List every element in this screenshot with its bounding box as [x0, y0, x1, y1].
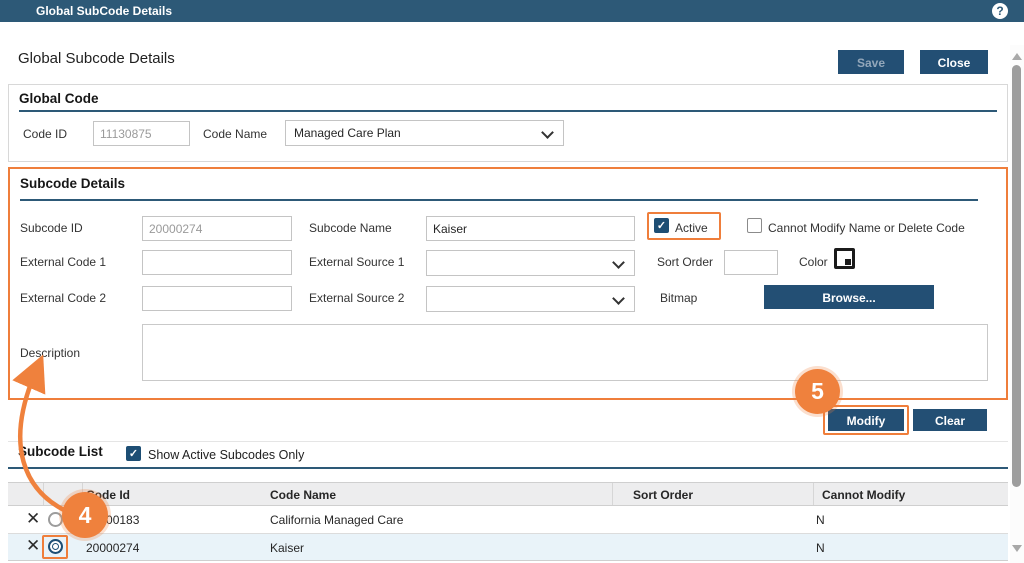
subcode-name-field[interactable]	[426, 216, 635, 241]
section-separator	[8, 441, 1008, 442]
external-code-1-label: External Code 1	[20, 255, 107, 269]
scrollbar-thumb[interactable]	[1012, 65, 1021, 487]
row-radio[interactable]	[48, 512, 63, 527]
cannot-modify-label: Cannot Modify Name or Delete Code	[768, 221, 965, 235]
show-active-label: Show Active Subcodes Only	[148, 448, 305, 462]
external-source-2-label: External Source 2	[309, 291, 405, 305]
external-code-1-field[interactable]	[142, 250, 292, 275]
sort-order-field[interactable]	[724, 250, 778, 275]
chevron-down-icon	[612, 292, 625, 305]
subcode-list-title: Subcode List	[18, 444, 103, 459]
scroll-down-icon[interactable]	[1012, 545, 1022, 552]
save-button[interactable]: Save	[838, 50, 904, 74]
col-sort-order: Sort Order	[633, 488, 694, 502]
window-title: Global SubCode Details	[36, 4, 173, 18]
chevron-down-icon	[612, 256, 625, 269]
cell-cannot-modify: N	[816, 541, 825, 555]
col-cannot-modify: Cannot Modify	[822, 488, 906, 502]
bitmap-label: Bitmap	[660, 291, 698, 305]
cell-code-name: Kaiser	[270, 541, 305, 555]
subcode-table-header: Code Id Code Name Sort Order Cannot Modi…	[8, 482, 1008, 506]
subcode-details-divider	[20, 199, 978, 201]
cell-code-id: 20000274	[86, 541, 140, 555]
external-code-2-label: External Code 2	[20, 291, 107, 305]
step-5-badge: 5	[795, 369, 840, 414]
table-row[interactable]: ✕ 20000183 California Managed Care N	[8, 506, 1008, 534]
code-name-value: Managed Care Plan	[294, 126, 401, 140]
page-title: Global Subcode Details	[18, 50, 175, 67]
active-checkbox[interactable]: ✓	[654, 218, 669, 233]
show-active-checkbox[interactable]: ✓	[126, 446, 141, 461]
help-icon[interactable]: ?	[992, 3, 1008, 19]
window-titlebar: Global SubCode Details ?	[0, 0, 1024, 22]
global-code-section: Global Code Code ID Code Name Managed Ca…	[8, 84, 1008, 162]
delete-row-icon[interactable]: ✕	[26, 536, 40, 556]
scroll-up-icon[interactable]	[1012, 53, 1022, 60]
subcode-details-section: Subcode Details Subcode ID Subcode Name …	[8, 167, 1008, 400]
close-button[interactable]: Close	[920, 50, 988, 74]
color-label: Color	[799, 255, 828, 269]
subcode-details-title: Subcode Details	[20, 176, 126, 191]
code-name-label: Code Name	[203, 127, 268, 141]
step-4-badge: 4	[62, 492, 108, 538]
cell-cannot-modify: N	[816, 513, 825, 527]
color-picker-icon[interactable]	[834, 248, 855, 269]
subcode-id-label: Subcode ID	[20, 221, 83, 235]
subcode-list-divider	[8, 467, 1008, 469]
cell-code-name: California Managed Care	[270, 513, 404, 527]
chevron-down-icon	[541, 126, 554, 139]
browse-button[interactable]: Browse...	[764, 285, 934, 309]
external-code-2-field[interactable]	[142, 286, 292, 311]
external-source-1-select[interactable]	[426, 250, 635, 276]
col-code-name: Code Name	[270, 488, 337, 502]
description-field[interactable]	[142, 324, 988, 381]
code-id-label: Code ID	[23, 127, 68, 141]
code-name-select[interactable]: Managed Care Plan	[285, 120, 564, 146]
clear-button[interactable]: Clear	[913, 409, 987, 431]
table-row-selected[interactable]: ✕ 20000274 Kaiser N	[8, 534, 1008, 561]
external-source-1-label: External Source 1	[309, 255, 405, 269]
delete-row-icon[interactable]: ✕	[26, 509, 40, 529]
code-id-field	[93, 121, 190, 146]
external-source-2-select[interactable]	[426, 286, 635, 312]
modify-button[interactable]: Modify	[828, 409, 904, 431]
description-label: Description	[20, 346, 81, 360]
subcode-name-label: Subcode Name	[309, 221, 392, 235]
vertical-scrollbar[interactable]	[1010, 45, 1024, 563]
global-code-title: Global Code	[19, 91, 99, 106]
active-label: Active	[675, 221, 708, 235]
cannot-modify-checkbox[interactable]	[747, 218, 762, 233]
sort-order-label: Sort Order	[657, 255, 714, 269]
global-code-divider	[19, 110, 997, 112]
subcode-id-field	[142, 216, 292, 241]
row-radio-selected[interactable]	[48, 539, 63, 554]
